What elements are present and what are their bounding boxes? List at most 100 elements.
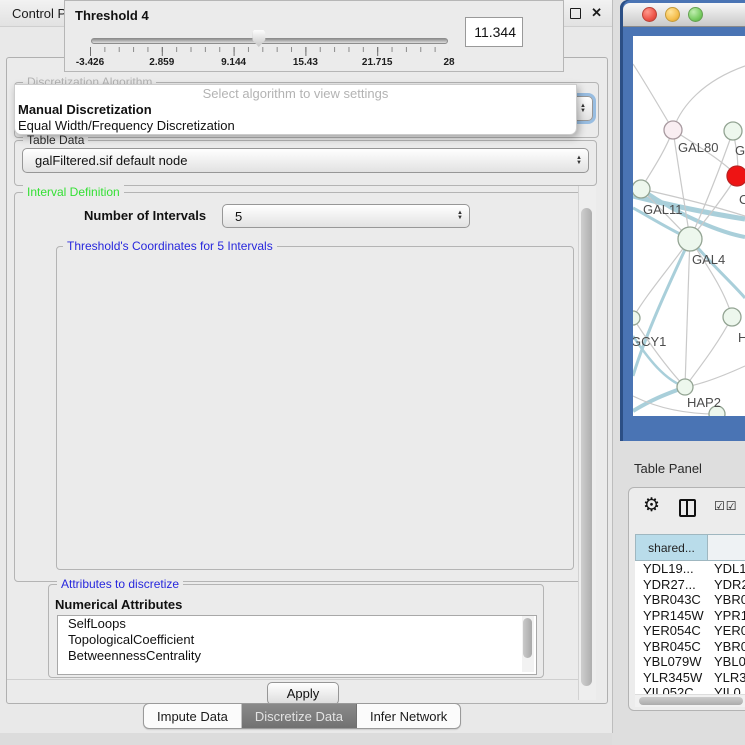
checkbox-icons[interactable]: ☑☑ [714,499,738,513]
table-cell[interactable]: YDL19... [635,561,708,576]
cyni-bottom-tabbar: Impute Data Discretize Data Infer Networ… [143,703,461,729]
slider-tick-labels: -3.4262.8599.14415.4321.71528 [90,57,449,69]
zoom-traffic-light[interactable] [688,7,703,22]
intervals-value: 5 [235,209,242,224]
panel-scrollbar-thumb[interactable] [581,208,592,686]
table-data-value: galFiltered.sif default node [35,153,187,168]
table-cell[interactable]: YBR0 [708,639,745,654]
attributes-group: Attributes to discretize Numerical Attri… [48,584,544,678]
table-cell[interactable]: YLR3 [708,670,745,685]
table-row[interactable]: YIL052CYIL0 [635,685,745,694]
tab-label: Impute Data [157,709,228,724]
columns-icon[interactable] [679,499,696,517]
node-label: GAL4 [692,252,725,267]
threshold-panel-4: Threshold 4 -3.4262.8599.14415.4321.7152… [64,0,564,72]
dropdown-option-manual[interactable]: Manual Discretization [15,102,576,118]
algorithm-dropdown-popup: Select algorithm to view settings Manual… [14,84,577,135]
table-cell[interactable]: YBL079W [635,654,708,669]
node-label: H [738,330,745,345]
table-cell[interactable]: YER0 [708,623,745,638]
table-row[interactable]: YPR145WYPR1 [635,608,745,624]
table-horizontal-scrollbar[interactable] [635,694,745,707]
tick-label: 9.144 [221,57,246,68]
table-row[interactable]: YBR043CYBR0 [635,592,745,608]
table-scrollbar-thumb[interactable] [639,697,743,705]
table-cell[interactable]: YBR045C [635,639,708,654]
node-label: GA [735,143,745,158]
tab-discretize-data[interactable]: Discretize Data [242,704,357,728]
dropdown-option-equal-width[interactable]: Equal Width/Frequency Discretization [15,118,576,134]
tick-label: 15.43 [293,57,318,68]
group-title: Interval Definition [23,185,124,199]
apply-button[interactable]: Apply [267,682,339,705]
close-icon[interactable]: ✕ [591,5,602,21]
node-ga[interactable] [724,122,742,140]
node-h[interactable] [723,308,741,326]
network-view-window: GAL80 GA C GAL11 GAL4 GCY1 H HAP2 [620,0,745,441]
tick-label: 28 [443,57,454,68]
table-row[interactable]: YDR27...YDR2 [635,577,745,593]
network-canvas[interactable]: GAL80 GA C GAL11 GAL4 GCY1 H HAP2 [633,36,745,416]
numerical-attributes-list[interactable]: SelfLoopsTopologicalCoefficientBetweenne… [57,615,537,675]
close-traffic-light[interactable] [642,7,657,22]
node-gal11[interactable] [633,180,650,198]
table-cell[interactable]: YIL052C [635,685,708,694]
table-row[interactable]: YLR345WYLR3 [635,670,745,686]
node-hap2[interactable] [677,379,693,395]
float-window-icon[interactable] [570,8,581,19]
list-scrollbar-thumb[interactable] [523,618,532,658]
table-cell[interactable]: YER054C [635,623,708,638]
table-cell[interactable]: YDL1 [708,561,745,576]
table-row[interactable]: YER054CYER0 [635,623,745,639]
tick-label: -3.426 [76,57,104,68]
number-of-intervals-label: Number of Intervals [84,208,206,223]
table-cell[interactable]: YBR043C [635,592,708,607]
table-cell[interactable]: YPR145W [635,608,708,623]
group-title: Table Data [23,133,88,147]
table-cell[interactable]: YDR2 [708,577,745,592]
node-label: GAL11 [643,202,683,217]
table-cell[interactable]: YIL0 [708,685,741,694]
tab-impute-data[interactable]: Impute Data [144,704,242,728]
table-cell[interactable]: YDR27... [635,577,708,592]
control-panel-window: Control Panel ✕ Network Style Select Cyn… [0,0,613,733]
attribute-item[interactable]: SelfLoops [58,616,536,632]
table-row[interactable]: YBR045CYBR0 [635,639,745,655]
table-row[interactable]: YDL19...YDL1 [635,561,745,577]
gear-icon[interactable]: ⚙ [643,496,660,516]
table-panel: ⚙ ☑☑ shared... na YDL19...YDL1YDR27...YD… [628,487,745,711]
table-cell[interactable]: YPR1 [708,608,745,623]
column-header-name[interactable]: na [708,534,745,561]
panel-scrollbar[interactable] [578,186,596,700]
table-cell[interactable]: YBL0 [708,654,745,669]
node-label: GCY1 [633,334,666,349]
group-title: Attributes to discretize [57,577,183,591]
list-scrollbar[interactable] [522,616,534,672]
table-row[interactable]: YBL079WYBL0 [635,654,745,670]
spinner-arrows-icon: ▲▼ [457,211,463,221]
tab-infer-network[interactable]: Infer Network [357,704,460,728]
table-header: shared... na [635,534,745,561]
node-selected-red[interactable] [727,166,745,186]
table-panel-title: Table Panel [634,461,702,476]
node-gal80[interactable] [664,121,682,139]
node-gcy1[interactable] [633,311,640,325]
table-data-combobox[interactable]: galFiltered.sif default node ▲▼ [22,148,589,173]
attribute-item[interactable]: BetweennessCentrality [58,648,536,664]
table-cell[interactable]: YLR345W [635,670,708,685]
minimize-traffic-light[interactable] [665,7,680,22]
attribute-item[interactable]: TopologicalCoefficient [58,632,536,648]
node-gal4[interactable] [678,227,702,251]
spinner-arrows-icon: ▲▼ [580,104,586,114]
node-label: C [739,192,745,207]
column-header-shared[interactable]: shared... [635,534,708,561]
threshold-value-box[interactable]: 11.344 [465,17,523,47]
number-of-intervals-combobox[interactable]: 5 ▲▼ [222,204,470,228]
numerical-attributes-label: Numerical Attributes [55,597,182,612]
threshold-slider[interactable]: -3.4262.8599.14415.4321.71528 [91,29,448,71]
table-cell[interactable]: YBR0 [708,592,745,607]
network-window-titlebar[interactable] [623,3,745,27]
slider-thumb[interactable] [252,30,265,47]
tick-label: 2.859 [149,57,174,68]
slider-track[interactable] [91,38,448,44]
